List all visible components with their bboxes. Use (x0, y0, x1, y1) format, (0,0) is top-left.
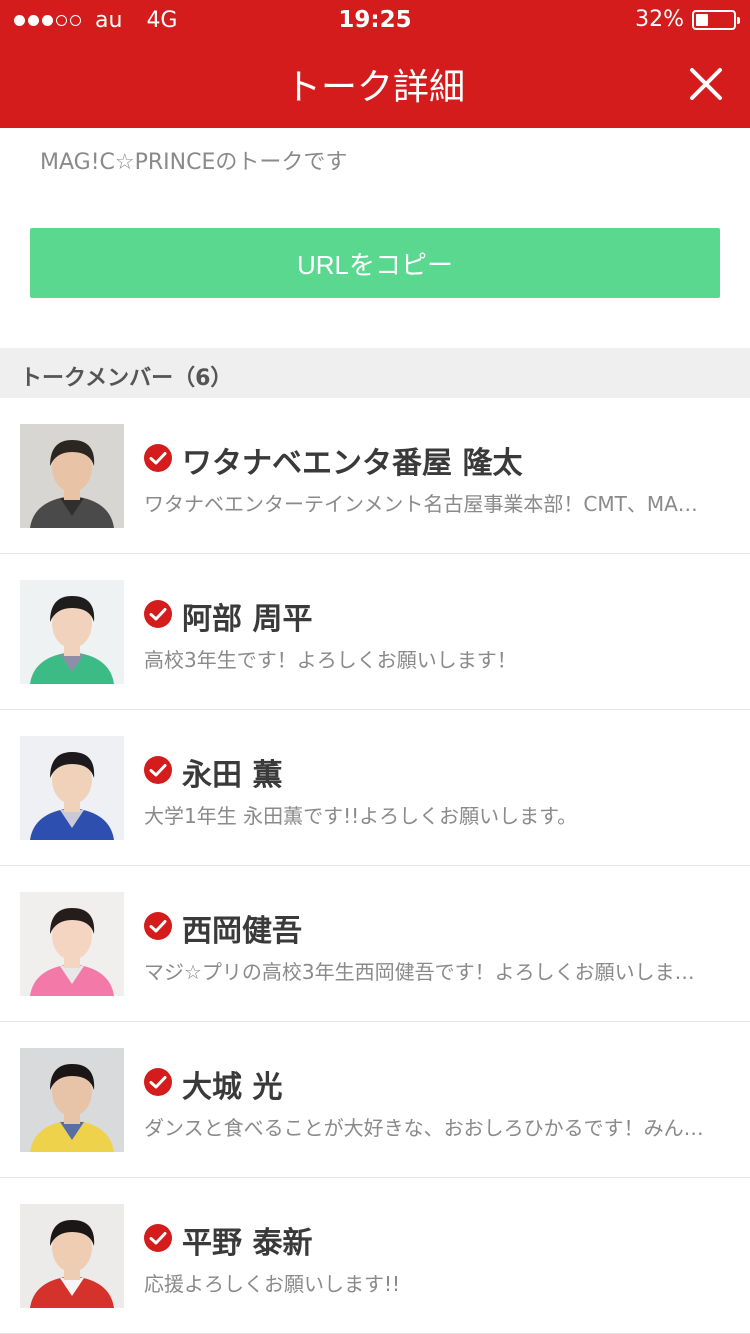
verified-check-icon (144, 444, 172, 472)
avatar[interactable] (20, 580, 124, 684)
verified-check-icon (144, 1068, 172, 1096)
member-name: 阿部 周平 (182, 602, 313, 637)
avatar[interactable] (20, 1204, 124, 1308)
member-description: ワタナベエンターテインメント名古屋事業本部！CMT、MA… (144, 492, 698, 516)
member-description: ダンスと食べることが大好きな、おおしろひかるです！みん… (144, 1116, 704, 1140)
page-title: トーク詳細 (284, 67, 465, 108)
member-row[interactable]: 阿部 周平 高校3年生です！よろしくお願いします！ (0, 554, 750, 710)
member-name: ワタナベエンタ番屋 隆太 (182, 446, 523, 481)
avatar[interactable] (20, 424, 124, 528)
verified-check-icon (144, 756, 172, 784)
copy-url-button[interactable]: URLをコピー (30, 228, 720, 298)
member-name: 西岡健吾 (182, 914, 302, 949)
member-row[interactable]: 平野 泰新 応援よろしくお願いします!! (0, 1178, 750, 1334)
avatar[interactable] (20, 1048, 124, 1152)
close-button[interactable] (688, 66, 724, 102)
member-list: ワタナベエンタ番屋 隆太 ワタナベエンターテインメント名古屋事業本部！CMT、M… (0, 398, 750, 1334)
member-description: 応援よろしくお願いします!! (144, 1272, 401, 1296)
battery-percent: 32% (635, 7, 684, 32)
member-name: 永田 薫 (182, 758, 283, 793)
navigation-bar: トーク詳細 (0, 40, 750, 128)
header: au 4G 19:25 32% トーク詳細 (0, 0, 750, 128)
member-name: 平野 泰新 (182, 1226, 313, 1261)
battery-level (696, 13, 708, 26)
avatar[interactable] (20, 736, 124, 840)
member-description: 高校3年生です！よろしくお願いします！ (144, 648, 517, 672)
close-icon (690, 68, 722, 100)
member-name: 大城 光 (182, 1070, 283, 1105)
talk-description: MAG!C☆PRINCEのトークです (40, 150, 348, 175)
verified-check-icon (144, 912, 172, 940)
status-bar: au 4G 19:25 32% (0, 0, 750, 40)
battery-icon (692, 9, 740, 30)
member-row[interactable]: ワタナベエンタ番屋 隆太 ワタナベエンターテインメント名古屋事業本部！CMT、M… (0, 398, 750, 554)
member-description: 大学1年生 永田薫です!!よろしくお願いします。 (144, 804, 578, 828)
members-section-header: トークメンバー（6） (0, 348, 750, 398)
avatar[interactable] (20, 892, 124, 996)
member-description: マジ☆プリの高校3年生西岡健吾です！よろしくお願いしま… (144, 960, 695, 984)
verified-check-icon (144, 1224, 172, 1252)
member-row[interactable]: 西岡健吾 マジ☆プリの高校3年生西岡健吾です！よろしくお願いしま… (0, 866, 750, 1022)
member-row[interactable]: 永田 薫 大学1年生 永田薫です!!よろしくお願いします。 (0, 710, 750, 866)
verified-check-icon (144, 600, 172, 628)
member-row[interactable]: 大城 光 ダンスと食べることが大好きな、おおしろひかるです！みん… (0, 1022, 750, 1178)
